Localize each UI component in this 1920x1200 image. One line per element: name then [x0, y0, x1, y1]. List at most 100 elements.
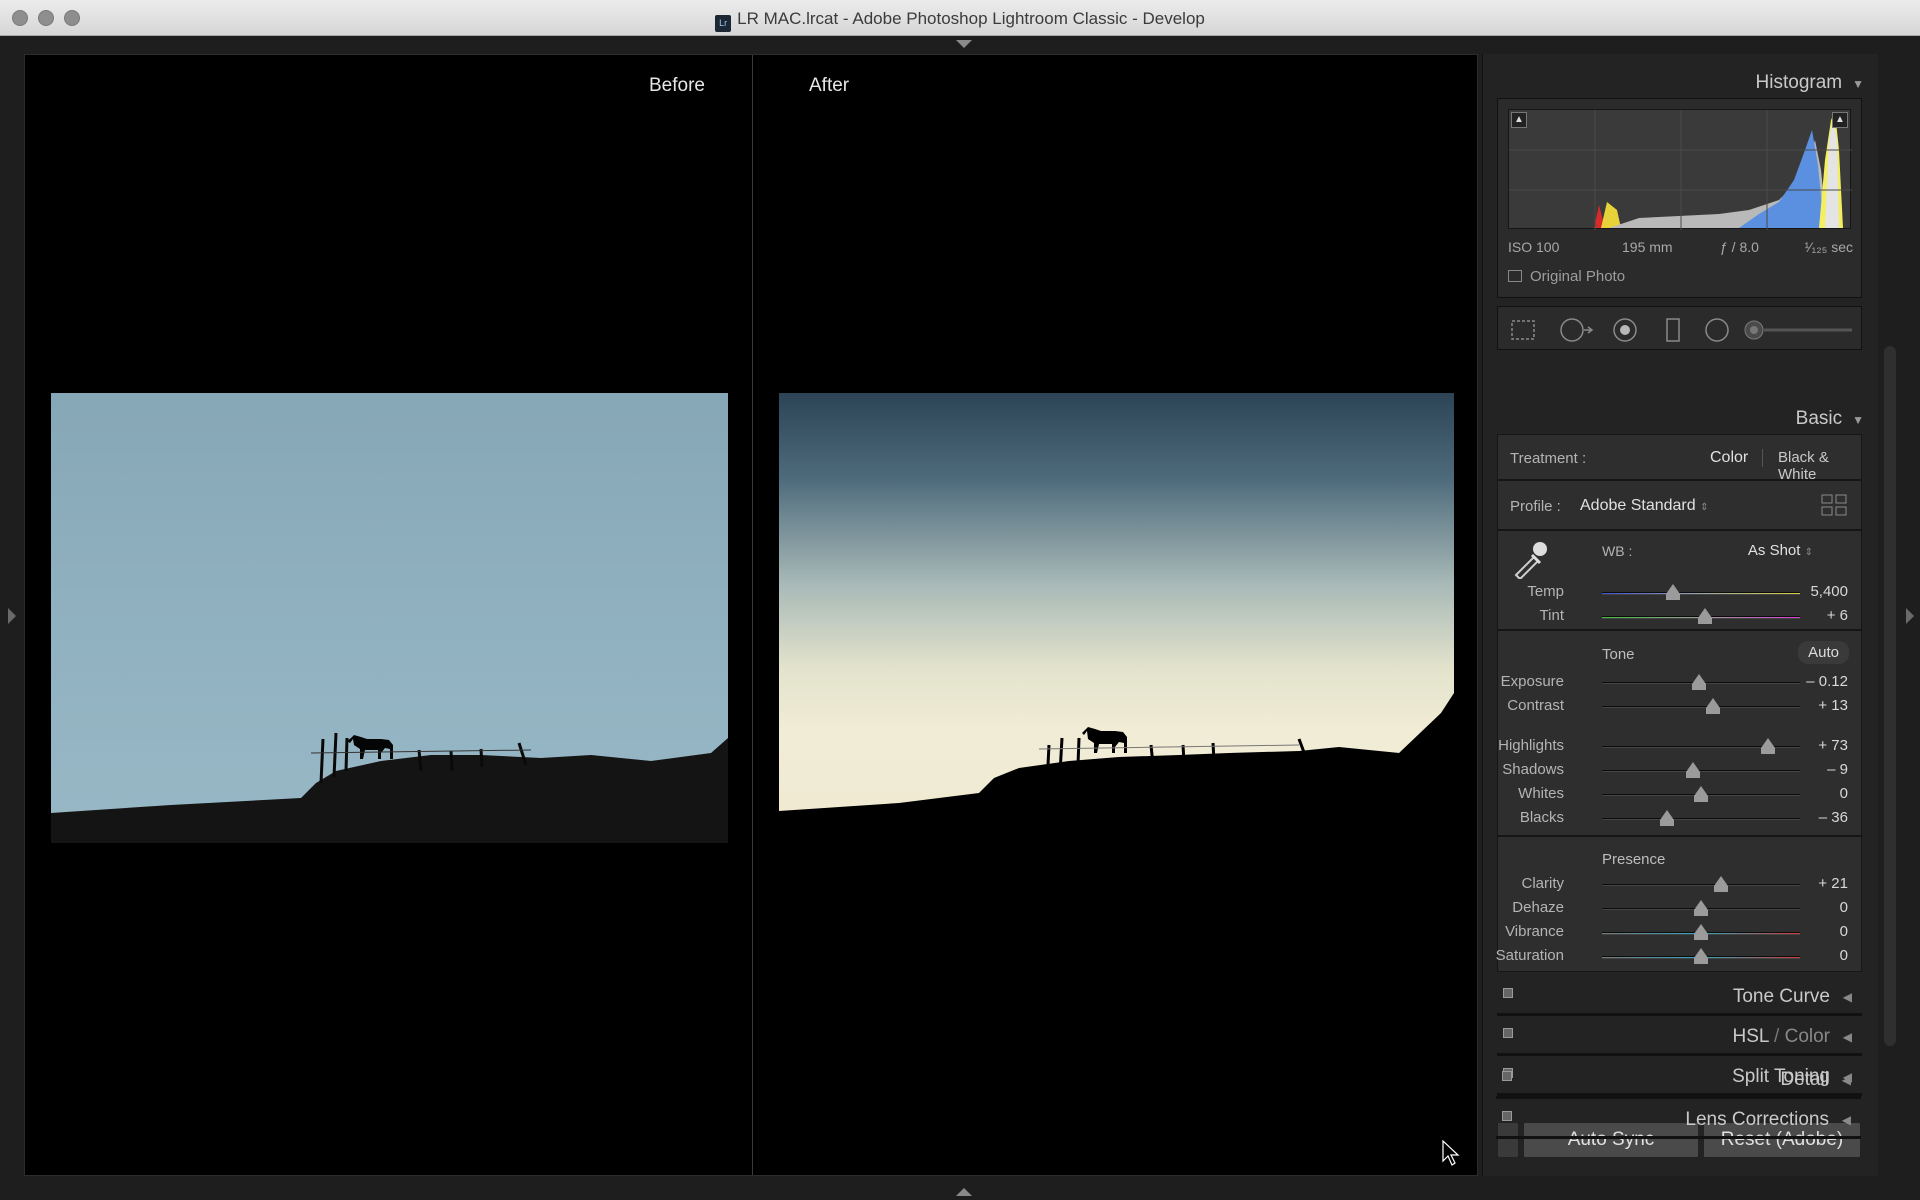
profile-value: Adobe Standard	[1580, 497, 1696, 514]
highlights-slider[interactable]: Highlights + 73	[1497, 736, 1862, 758]
clarity-slider[interactable]: Clarity + 21	[1497, 874, 1862, 896]
hsl-separator: /	[1768, 1026, 1785, 1047]
radial-filter-icon[interactable]	[1704, 317, 1729, 342]
tone-label: Tone	[1602, 646, 1635, 663]
profile-row: Profile : Adobe Standard ⇕	[1497, 480, 1862, 530]
wb-label: WB :	[1602, 543, 1633, 559]
lens-corrections-panel-header[interactable]: Lens Corrections ◀	[1496, 1101, 1861, 1139]
profile-browser-icon[interactable]	[1821, 494, 1847, 521]
histogram-header-label: Histogram	[1755, 72, 1843, 93]
histogram-graph[interactable]: ▲ ▲	[1508, 109, 1852, 230]
bottom-panel-toggle-icon[interactable]	[956, 1188, 972, 1196]
blacks-value[interactable]: – 36	[1788, 809, 1848, 826]
presence-label: Presence	[1602, 851, 1666, 868]
saturation-value[interactable]: 0	[1788, 947, 1848, 964]
exposure-value[interactable]: – 0.12	[1788, 673, 1848, 690]
vibrance-slider[interactable]: Vibrance 0	[1497, 922, 1862, 944]
hsl-color-label: HSL / Color	[1732, 1026, 1830, 1048]
window-title: Lr LR MAC.lrcat - Adobe Photoshop Lightro…	[0, 9, 1920, 32]
expand-triangle-icon: ◀	[1842, 990, 1852, 1004]
clarity-value[interactable]: + 21	[1788, 875, 1848, 892]
highlights-thumb[interactable]	[1761, 738, 1776, 754]
exposure-slider[interactable]: Exposure – 0.12	[1497, 672, 1862, 694]
detail-panel-header[interactable]: Detail ◀	[1496, 1061, 1861, 1099]
graduated-filter-icon[interactable]	[1660, 317, 1684, 342]
panel-switch-icon[interactable]	[1503, 988, 1513, 998]
panel-switch-icon[interactable]	[1502, 1071, 1512, 1081]
temp-value[interactable]: 5,400	[1788, 583, 1848, 600]
spot-removal-icon[interactable]	[1560, 317, 1594, 342]
whites-value[interactable]: 0	[1788, 785, 1848, 802]
color-label[interactable]: Color	[1785, 1026, 1830, 1047]
shadows-track[interactable]	[1602, 770, 1800, 772]
treatment-bw-option[interactable]: Black & White	[1778, 449, 1861, 483]
saturation-slider[interactable]: Saturation 0	[1496, 946, 1862, 968]
dehaze-thumb[interactable]	[1694, 900, 1708, 916]
wb-dropdown[interactable]: As Shot ⇕	[1748, 542, 1813, 559]
tint-slider[interactable]: Tint + 6	[1497, 606, 1862, 628]
dehaze-slider[interactable]: Dehaze 0	[1497, 898, 1862, 920]
clarity-thumb[interactable]	[1713, 876, 1728, 892]
adjustment-brush-icon[interactable]	[1744, 317, 1854, 341]
exposure-label: Exposure	[1500, 673, 1564, 690]
highlight-clipping-icon[interactable]: ▲	[1832, 112, 1848, 128]
before-photo[interactable]	[51, 393, 728, 843]
temp-thumb[interactable]	[1666, 584, 1681, 600]
hsl-label[interactable]: HSL	[1732, 1026, 1768, 1047]
exif-focal-length: 195 mm	[1622, 239, 1673, 255]
panel-switch-icon[interactable]	[1502, 1111, 1512, 1121]
contrast-slider[interactable]: Contrast + 13	[1497, 696, 1862, 718]
original-photo-toggle[interactable]: Original Photo	[1508, 268, 1625, 285]
tint-value[interactable]: + 6	[1788, 607, 1848, 624]
vibrance-value[interactable]: 0	[1788, 923, 1848, 940]
after-photo[interactable]	[779, 393, 1454, 817]
auto-tone-button[interactable]: Auto	[1798, 641, 1849, 664]
whites-thumb[interactable]	[1694, 786, 1708, 802]
wb-eyedropper-icon[interactable]	[1508, 535, 1552, 584]
shadows-label: Shadows	[1502, 761, 1564, 778]
blacks-slider[interactable]: Blacks – 36	[1497, 808, 1862, 830]
shadows-value[interactable]: – 9	[1788, 761, 1848, 778]
contrast-track[interactable]	[1602, 706, 1800, 708]
left-panel-toggle-icon[interactable]	[8, 608, 16, 624]
contrast-thumb[interactable]	[1705, 698, 1720, 714]
histogram-header[interactable]: Histogram ▼	[1756, 72, 1864, 94]
clarity-track[interactable]	[1602, 884, 1800, 886]
shadows-thumb[interactable]	[1686, 762, 1701, 778]
original-photo-checkbox[interactable]	[1508, 270, 1522, 282]
highlights-value[interactable]: + 73	[1788, 737, 1848, 754]
crop-overlay-icon[interactable]	[1510, 317, 1535, 341]
lightroom-app-icon: Lr	[715, 15, 732, 32]
shadows-slider[interactable]: Shadows – 9	[1497, 760, 1862, 782]
saturation-label: Saturation	[1495, 947, 1564, 964]
mouse-cursor-icon	[1442, 1139, 1460, 1171]
treatment-separator	[1762, 449, 1763, 467]
red-eye-correction-icon[interactable]	[1612, 317, 1637, 342]
updown-chevron-icon: ⇕	[1700, 502, 1709, 513]
lens-corrections-label: Lens Corrections	[1685, 1109, 1829, 1130]
title-bar: Lr LR MAC.lrcat - Adobe Photoshop Lightro…	[0, 0, 1920, 36]
wb-value: As Shot	[1747, 542, 1801, 559]
hsl-color-panel-header[interactable]: HSL / Color ◀	[1497, 1018, 1862, 1056]
temp-slider[interactable]: Temp 5,400	[1497, 582, 1862, 604]
blacks-thumb[interactable]	[1660, 810, 1675, 826]
temp-label: Temp	[1527, 583, 1564, 600]
dehaze-value[interactable]: 0	[1788, 899, 1848, 916]
tone-curve-panel-header[interactable]: Tone Curve ◀	[1497, 978, 1862, 1016]
exposure-thumb[interactable]	[1692, 674, 1707, 690]
profile-dropdown[interactable]: Adobe Standard ⇕	[1580, 497, 1709, 515]
vibrance-thumb[interactable]	[1694, 924, 1708, 940]
top-panel-toggle-icon[interactable]	[956, 40, 972, 48]
contrast-value[interactable]: + 13	[1788, 697, 1848, 714]
whites-slider[interactable]: Whites 0	[1497, 784, 1862, 806]
treatment-label: Treatment :	[1510, 450, 1587, 467]
temp-track[interactable]	[1602, 592, 1800, 595]
right-panel-toggle-icon[interactable]	[1906, 608, 1914, 624]
blacks-track[interactable]	[1602, 818, 1800, 820]
shadow-clipping-icon[interactable]: ▲	[1511, 112, 1527, 128]
saturation-thumb[interactable]	[1694, 948, 1708, 964]
panel-switch-icon[interactable]	[1503, 1028, 1513, 1038]
treatment-color-option[interactable]: Color	[1710, 449, 1748, 467]
tint-thumb[interactable]	[1697, 608, 1712, 624]
panel-scrollbar[interactable]	[1884, 346, 1896, 1046]
